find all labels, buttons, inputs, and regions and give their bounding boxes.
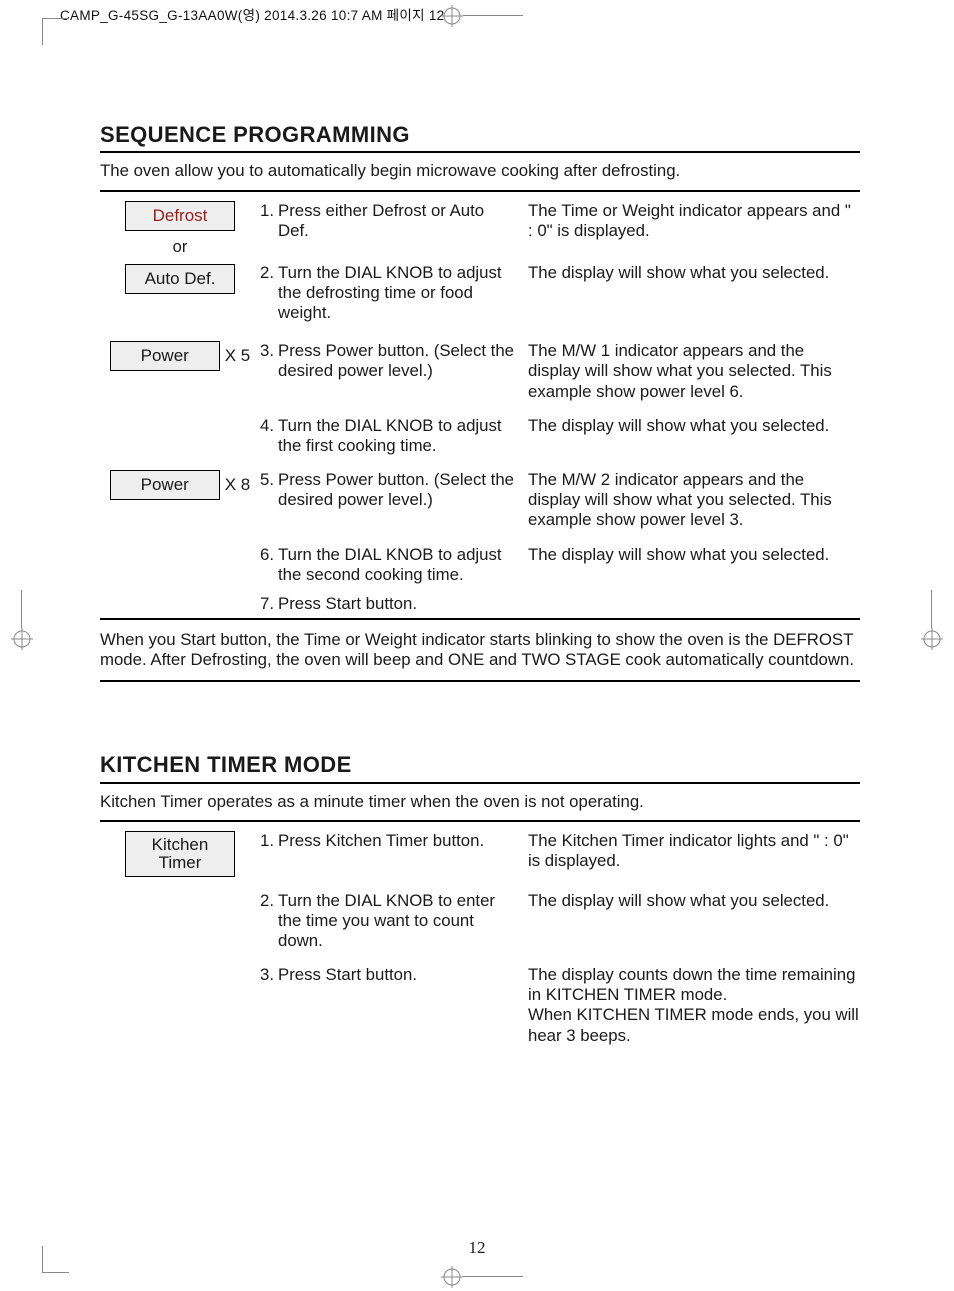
step-row: 7. Press Start button.	[100, 594, 860, 614]
step-display: The display will show what you selected.	[528, 263, 860, 283]
step-number: 7.	[260, 594, 278, 614]
press-count-x8: X 8	[225, 475, 251, 495]
step-instruction: 7. Press Start button.	[260, 594, 516, 614]
step-number: 5.	[260, 470, 278, 510]
step-row: Power X 5 3. Press Power button. (Select…	[100, 341, 860, 401]
step-text: Press Start button.	[278, 594, 516, 614]
press-count-x5: X 5	[225, 346, 251, 366]
section-title-timer: KITCHEN TIMER MODE	[100, 752, 860, 778]
step-text: Press Kitchen Timer button.	[278, 831, 516, 851]
power-button: Power	[110, 341, 220, 371]
rule	[100, 782, 860, 784]
rule	[100, 151, 860, 153]
page-number: 12	[0, 1238, 954, 1258]
step-number: 2.	[260, 891, 278, 951]
step-row: 2. Turn the DIAL KNOB to enter the time …	[100, 891, 860, 951]
step-text: Press either Defrost or Auto Def.	[278, 201, 516, 241]
step-row: 3. Press Start button. The display count…	[100, 965, 860, 1046]
step-number: 3.	[260, 341, 278, 381]
page-content: SEQUENCE PROGRAMMING The oven allow you …	[100, 122, 860, 1055]
step-instruction: 6. Turn the DIAL KNOB to adjust the seco…	[260, 545, 516, 585]
step-number: 6.	[260, 545, 278, 585]
step-row: Defrost or Auto Def. 1. Press either Def…	[100, 201, 860, 324]
crop-mark-tl	[42, 18, 69, 45]
auto-def-button: Auto Def.	[125, 264, 235, 294]
section-title-sequence: SEQUENCE PROGRAMMING	[100, 122, 860, 148]
registration-mark-right	[921, 628, 943, 650]
step-display: The display will show what you selected.	[528, 891, 860, 911]
power-button: Power	[110, 470, 220, 500]
step-instruction: 3. Press Start button.	[260, 965, 516, 985]
step-instruction: 2. Turn the DIAL KNOB to enter the time …	[260, 891, 516, 951]
kitchen-timer-section: KITCHEN TIMER MODE Kitchen Timer operate…	[100, 752, 860, 1045]
step-instruction: 2. Turn the DIAL KNOB to adjust the defr…	[260, 263, 516, 323]
sequence-intro: The oven allow you to automatically begi…	[100, 161, 860, 181]
sequence-programming-section: SEQUENCE PROGRAMMING The oven allow you …	[100, 122, 860, 682]
step-number: 1.	[260, 201, 278, 241]
step-row: 4. Turn the DIAL KNOB to adjust the firs…	[100, 416, 860, 456]
step-text: Press Power button. (Select the desired …	[278, 341, 516, 381]
step-row: Power X 8 5. Press Power button. (Select…	[100, 470, 860, 530]
timer-intro: Kitchen Timer operates as a minute timer…	[100, 792, 860, 812]
step-number: 1.	[260, 831, 278, 851]
step-text: Press Power button. (Select the desired …	[278, 470, 516, 510]
rule	[100, 820, 860, 822]
registration-mark-bottom	[441, 1266, 463, 1288]
step-display: The M/W 1 indicator appears and the disp…	[528, 341, 860, 401]
rule	[100, 618, 860, 620]
step-display: The Time or Weight indicator appears and…	[528, 201, 860, 241]
step-instruction: 1. Press Kitchen Timer button.	[260, 831, 516, 851]
step-display: The display counts down the time remaini…	[528, 965, 860, 1046]
step-text: Turn the DIAL KNOB to adjust the defrost…	[278, 263, 516, 323]
defrost-button: Defrost	[125, 201, 235, 231]
print-header-strip: CAMP_G-45SG_G-13AA0W(영) 2014.3.26 10:7 A…	[60, 8, 445, 24]
step-instruction: 5. Press Power button. (Select the desir…	[260, 470, 516, 510]
step-instruction: 3. Press Power button. (Select the desir…	[260, 341, 516, 381]
step-display: The display will show what you selected.	[528, 416, 860, 436]
step-text: Turn the DIAL KNOB to adjust the second …	[278, 545, 516, 585]
sequence-post-note: When you Start button, the Time or Weigh…	[100, 630, 860, 670]
step-number: 2.	[260, 263, 278, 323]
step-display: The M/W 2 indicator appears and the disp…	[528, 470, 860, 530]
rule	[100, 190, 860, 192]
registration-mark-left	[11, 628, 33, 650]
step-number: 4.	[260, 416, 278, 456]
step-instruction: 1. Press either Defrost or Auto Def.	[260, 201, 516, 241]
step-display: The display will show what you selected.	[528, 545, 860, 565]
or-label: or	[173, 238, 188, 258]
step-text: Press Start button.	[278, 965, 516, 985]
kitchen-timer-button: Kitchen Timer	[125, 831, 235, 877]
step-row: 6. Turn the DIAL KNOB to adjust the seco…	[100, 545, 860, 585]
step-text: Turn the DIAL KNOB to enter the time you…	[278, 891, 516, 951]
step-display: The Kitchen Timer indicator lights and "…	[528, 831, 860, 871]
step-row: Kitchen Timer 1. Press Kitchen Timer but…	[100, 831, 860, 877]
step-text: Turn the DIAL KNOB to adjust the first c…	[278, 416, 516, 456]
rule	[100, 680, 860, 682]
step-instruction: 4. Turn the DIAL KNOB to adjust the firs…	[260, 416, 516, 456]
step-number: 3.	[260, 965, 278, 985]
